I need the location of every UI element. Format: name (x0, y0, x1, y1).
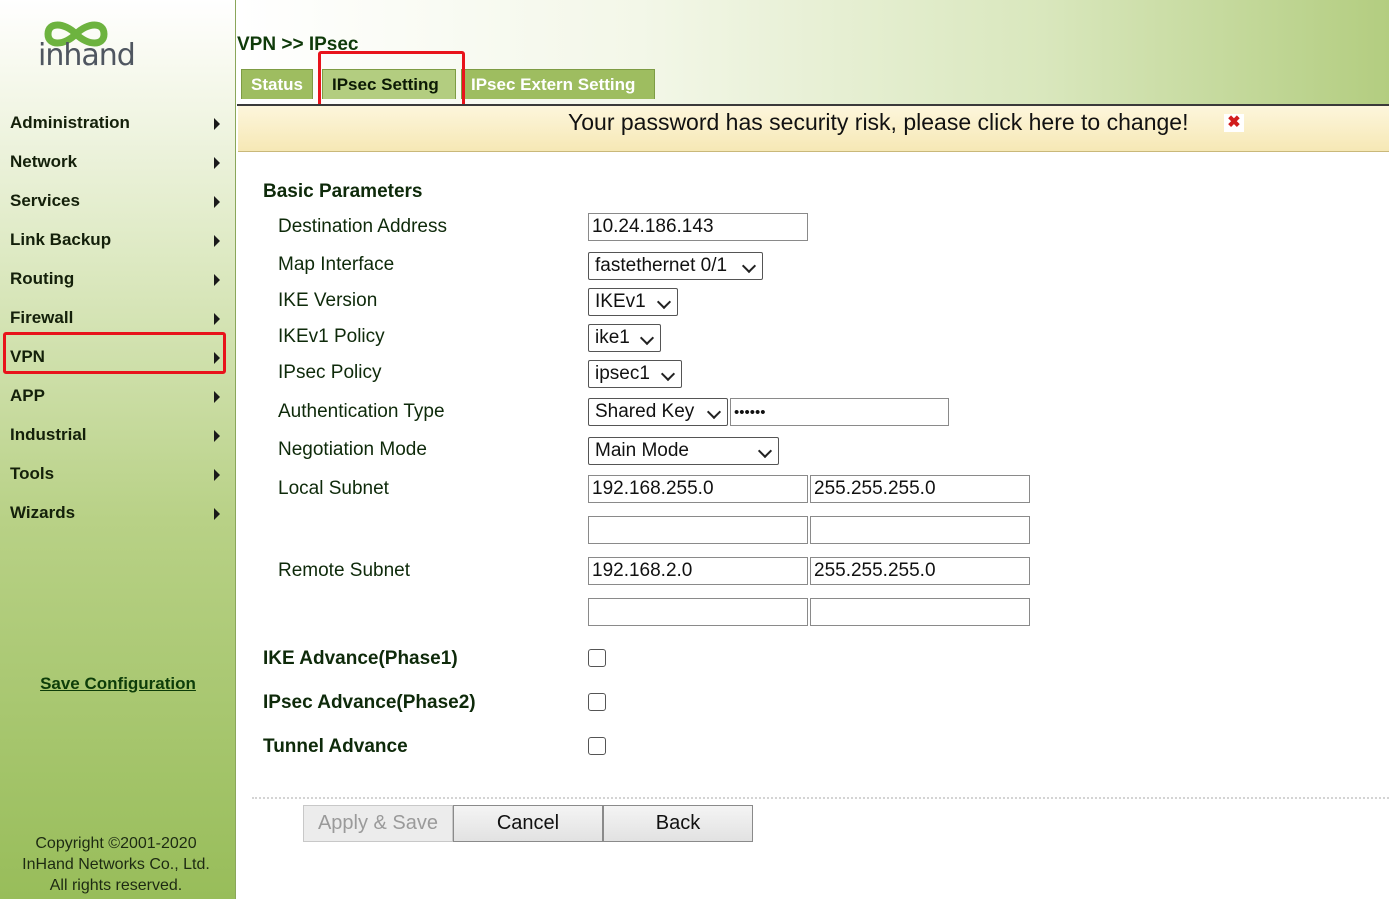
inhand-logo: inhand (34, 16, 136, 86)
form-separator (252, 797, 1389, 799)
map-interface-select[interactable]: fastethernet 0/1 (588, 252, 763, 280)
sidebar-item-label: Routing (10, 269, 75, 288)
chevron-right-icon (214, 313, 220, 325)
sidebar-item-label: Tools (10, 464, 55, 483)
sidebar-item-label: Firewall (10, 308, 74, 327)
chevron-right-icon (214, 196, 220, 208)
copyright-line: InHand Networks Co., Ltd. (22, 856, 210, 873)
local-subnet-label: Local Subnet (278, 478, 389, 499)
copyright-line: All rights reserved. (49, 877, 183, 894)
sidebar-item-label: APP (10, 386, 45, 405)
cancel-button[interactable]: Cancel (453, 805, 603, 842)
sidebar-item-tools[interactable]: Tools (10, 459, 226, 489)
copyright-line: Copyright ©2001-2020 (35, 835, 197, 852)
ikev1-policy-select[interactable]: ike1 (588, 324, 661, 352)
back-button[interactable]: Back (603, 805, 753, 842)
tunnel-advance-label: Tunnel Advance (263, 736, 408, 757)
local-subnet-mask-input[interactable] (810, 475, 1030, 503)
chevron-right-icon (214, 157, 220, 169)
sidebar-item-label: Industrial (10, 425, 87, 444)
tunnel-advance-checkbox[interactable] (588, 737, 606, 755)
copyright: Copyright ©2001-2020 InHand Networks Co.… (0, 833, 232, 896)
remote-subnet-label: Remote Subnet (278, 560, 411, 581)
sidebar: inhand Administration Network Services L… (0, 0, 236, 899)
basic-parameters-title: Basic Parameters (263, 181, 423, 202)
sidebar-item-label: Wizards (10, 503, 76, 522)
sidebar-item-label: Services (10, 191, 80, 210)
ikev1-policy-label: IKEv1 Policy (278, 326, 385, 347)
destination-address-input[interactable] (588, 213, 808, 241)
remote-subnet-ip2-input[interactable] (588, 598, 808, 626)
remote-subnet-ip-input[interactable] (588, 557, 808, 585)
ike-advance-label: IKE Advance(Phase1) (263, 648, 458, 669)
chevron-down-icon (656, 294, 672, 310)
sidebar-item-label: Network (10, 152, 78, 171)
sidebar-item-firewall[interactable]: Firewall (10, 303, 226, 333)
remote-subnet-mask-input[interactable] (810, 557, 1030, 585)
ike-version-value: IKEv1 (595, 291, 646, 312)
apply-save-button[interactable]: Apply & Save (303, 805, 453, 842)
tab-status[interactable]: Status (241, 69, 313, 99)
destination-address-label: Destination Address (278, 216, 447, 237)
authentication-type-select[interactable]: Shared Key (588, 398, 728, 426)
ike-version-label: IKE Version (278, 290, 378, 311)
map-interface-value: fastethernet 0/1 (595, 255, 728, 276)
vpn-highlight-box (3, 332, 226, 374)
sidebar-item-label: Administration (10, 113, 130, 132)
sidebar-item-services[interactable]: Services (10, 186, 226, 216)
ipsec-policy-select[interactable]: ipsec1 (588, 360, 682, 388)
sidebar-item-link-backup[interactable]: Link Backup (10, 225, 226, 255)
tab-ipsec-extern-setting[interactable]: IPsec Extern Setting (461, 69, 655, 99)
authentication-type-label: Authentication Type (278, 401, 445, 422)
ipsec-advance-checkbox[interactable] (588, 693, 606, 711)
local-subnet-ip-input[interactable] (588, 475, 808, 503)
chevron-right-icon (214, 235, 220, 247)
chevron-down-icon (660, 366, 676, 382)
chevron-right-icon (214, 391, 220, 403)
negotiation-mode-select[interactable]: Main Mode (588, 437, 779, 465)
local-subnet-mask2-input[interactable] (810, 516, 1030, 544)
ikev1-policy-value: ike1 (595, 327, 630, 348)
chevron-down-icon (706, 404, 722, 420)
ike-advance-checkbox[interactable] (588, 649, 606, 667)
shared-key-input[interactable] (730, 398, 949, 426)
chevron-down-icon (639, 330, 655, 346)
ipsec-policy-value: ipsec1 (595, 363, 650, 384)
close-icon[interactable]: ✖ (1224, 114, 1244, 132)
sidebar-item-app[interactable]: APP (10, 381, 226, 411)
negotiation-mode-value: Main Mode (595, 440, 689, 461)
authentication-type-value: Shared Key (595, 401, 695, 422)
sidebar-item-network[interactable]: Network (10, 147, 226, 177)
logo-text: inhand (38, 38, 136, 73)
chevron-down-icon (757, 443, 773, 459)
ipsec-advance-label: IPsec Advance(Phase2) (263, 692, 476, 713)
chevron-down-icon (741, 258, 757, 274)
password-warning-link[interactable]: Your password has security risk, please … (568, 109, 1188, 136)
save-configuration-link[interactable]: Save Configuration (0, 674, 236, 694)
remote-subnet-mask2-input[interactable] (810, 598, 1030, 626)
chevron-right-icon (214, 508, 220, 520)
map-interface-label: Map Interface (278, 254, 395, 275)
ike-version-select[interactable]: IKEv1 (588, 288, 678, 316)
chevron-right-icon (214, 469, 220, 481)
chevron-right-icon (214, 430, 220, 442)
negotiation-mode-label: Negotiation Mode (278, 439, 427, 460)
sidebar-item-wizards[interactable]: Wizards (10, 498, 226, 528)
chevron-right-icon (214, 118, 220, 130)
chevron-right-icon (214, 274, 220, 286)
password-warning-bar: Your password has security risk, please … (238, 106, 1389, 152)
sidebar-item-label: Link Backup (10, 230, 112, 249)
sidebar-item-industrial[interactable]: Industrial (10, 420, 226, 450)
local-subnet-ip2-input[interactable] (588, 516, 808, 544)
ipsec-policy-label: IPsec Policy (278, 362, 382, 383)
sidebar-item-routing[interactable]: Routing (10, 264, 226, 294)
sidebar-item-administration[interactable]: Administration (10, 108, 226, 138)
